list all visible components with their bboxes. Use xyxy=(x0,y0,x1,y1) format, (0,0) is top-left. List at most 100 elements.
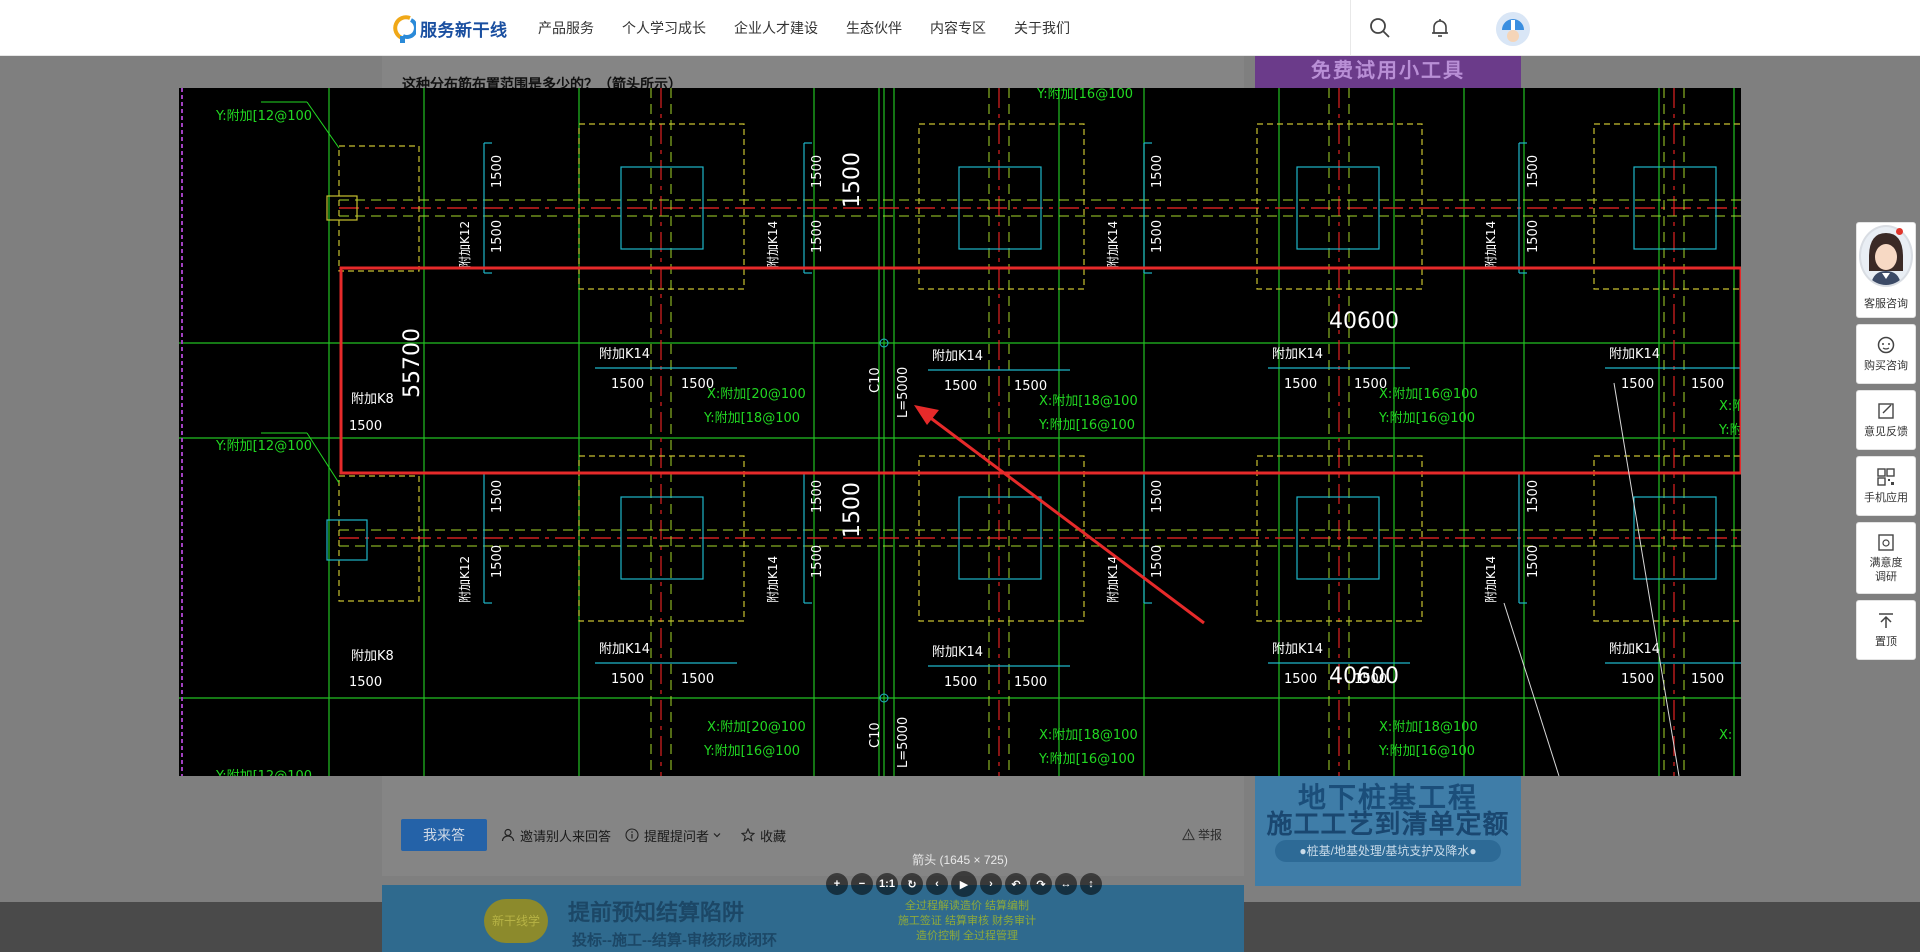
rebar-annotation: Y:附加[18@100 xyxy=(703,411,800,426)
dim-1500: 1500 xyxy=(1284,377,1317,392)
zoom-out-button[interactable]: − xyxy=(851,873,873,895)
dim-1500-vertical: 1500 xyxy=(490,220,505,253)
nav-item-partners[interactable]: 生态伙伴 xyxy=(846,18,902,38)
column-small xyxy=(326,519,368,561)
rebar-annotation: Y:附加[16@100 xyxy=(703,744,800,759)
next-button[interactable]: › xyxy=(980,873,1002,895)
dim-1500: 1500 xyxy=(681,672,714,687)
side-toolbar: 客服咨询 购买咨询 意见反馈 手机应用 满意度 调研 置顶 xyxy=(1856,222,1916,660)
answer-button[interactable]: 我来答 xyxy=(401,819,487,851)
rebar-label-vertical: 附加K14 xyxy=(1106,556,1120,603)
leader-line xyxy=(306,101,340,149)
dim-40600: 40600 xyxy=(1329,664,1399,689)
dim-1500-vertical: 1500 xyxy=(810,155,825,188)
report-button[interactable]: 举报 xyxy=(1182,826,1222,843)
cad-drawing: 1500 1500 1500 1500 1500 1500 1500 1500 1500 1500… xyxy=(179,88,1741,776)
rebar-annotation: Y:附加[16@100 xyxy=(1378,744,1475,759)
dim-1500: 1500 xyxy=(1621,377,1654,392)
remind-asker-button[interactable]: 提醒提问者 xyxy=(625,826,727,845)
rebar-label-vertical: 附加K14 xyxy=(1106,221,1120,268)
star-icon xyxy=(741,828,756,842)
prev-button[interactable]: ‹ xyxy=(926,873,948,895)
bell-icon[interactable] xyxy=(1428,16,1452,40)
dim-1500-vertical: 1500 xyxy=(490,480,505,513)
site-logo[interactable]: 服务新干线 xyxy=(390,12,508,44)
bottom-ad-details: 全过程解读造价 结算编制 施工签证 结算审核 财务审计 造价控制 全过程管理 xyxy=(852,899,1082,944)
dim-1500-vertical: 1500 xyxy=(1526,155,1541,188)
survey-button[interactable]: 满意度 调研 xyxy=(1856,522,1916,594)
invite-answer-button[interactable]: 邀请别人来回答 xyxy=(501,826,611,845)
avatar-icon xyxy=(1496,12,1530,46)
nav-item-content[interactable]: 内容专区 xyxy=(930,18,986,38)
dim-1500: 1500 xyxy=(611,672,644,687)
dim-1500-vertical: 1500 xyxy=(810,545,825,578)
back-to-top-button[interactable]: 置顶 xyxy=(1856,600,1916,660)
right-ad-top[interactable]: 免费试用小工具 xyxy=(1255,56,1521,88)
flip-horizontal-button[interactable]: ↔ xyxy=(1055,873,1077,895)
answer-action-bar: 我来答 邀请别人来回答 提醒提问者 收藏 xyxy=(401,818,1231,852)
rebar-annotation: Y:附加[12@100 xyxy=(215,439,312,454)
rotate-left-button[interactable]: ↶ xyxy=(1005,873,1027,895)
rebar-label: 附加K8 xyxy=(351,649,394,664)
rotate-right-button[interactable]: ↷ xyxy=(1030,873,1052,895)
bottom-ad-badge: 新干线学 xyxy=(484,899,548,943)
dim-1500-large: 1500 xyxy=(840,152,865,208)
arrow-shaft xyxy=(923,411,1205,625)
leader-line-white xyxy=(1503,602,1560,776)
reset-button[interactable]: ↻ xyxy=(901,873,923,895)
logo-text: 服务新干线 xyxy=(420,20,508,40)
one-to-one-button[interactable]: 1:1 xyxy=(876,873,898,895)
flip-vertical-button[interactable]: ↕ xyxy=(1080,873,1102,895)
dim-55700: 55700 xyxy=(400,328,425,398)
customer-service-avatar xyxy=(1859,225,1913,287)
bottom-banner-ad[interactable]: 新干线学 提前预知结算陷阱 投标--施工--结算-审核形成闭环 全过程解读造价 … xyxy=(382,885,1244,952)
collect-button[interactable]: 收藏 xyxy=(741,826,786,845)
dim-1500: 1500 xyxy=(1691,377,1724,392)
nav-item-about[interactable]: 关于我们 xyxy=(1014,18,1070,38)
dim-1500: 1500 xyxy=(611,377,644,392)
rebar-annotation: Y:附加[16@100 xyxy=(1036,88,1133,102)
rebar-label: 附加K14 xyxy=(599,347,650,362)
dim-40600: 40600 xyxy=(1329,309,1399,334)
user-avatar[interactable] xyxy=(1496,12,1530,46)
nav-item-personal-growth[interactable]: 个人学习成长 xyxy=(622,18,706,38)
notification-dot xyxy=(1896,228,1903,235)
rebar-annotation: Y:附加[16@100 xyxy=(1378,411,1475,426)
dim-1500-vertical: 1500 xyxy=(1150,545,1165,578)
play-button[interactable]: ▶ xyxy=(951,871,977,897)
rebar-label-vertical: 附加K14 xyxy=(766,556,780,603)
search-icon[interactable] xyxy=(1368,16,1392,40)
logo-icon xyxy=(393,15,416,43)
zoom-in-button[interactable]: + xyxy=(826,873,848,895)
right-ad-bottom[interactable]: 地下桩基工程 施工工艺到清单定额 ●桩基/地基处理/基坑支护及降水● xyxy=(1255,776,1521,886)
nav-item-enterprise[interactable]: 企业人才建设 xyxy=(734,18,818,38)
remind-label: 提醒提问者 xyxy=(644,828,710,844)
invite-label: 邀请别人来回答 xyxy=(520,828,612,844)
rebar-annotation: Y:附加[12@100 xyxy=(215,769,312,776)
dim-1500-vertical: 1500 xyxy=(490,155,505,188)
survey-label-1: 满意度 调研 xyxy=(1869,557,1903,583)
right-ad-top-text: 免费试用小工具 xyxy=(1311,60,1465,82)
dim-1500-vertical: 1500 xyxy=(1526,545,1541,578)
report-label: 举报 xyxy=(1198,828,1223,842)
customer-service-button[interactable]: 客服咨询 xyxy=(1856,222,1916,318)
dim-1500-vertical: 1500 xyxy=(1526,480,1541,513)
purchase-consult-button[interactable]: 购买咨询 xyxy=(1856,324,1916,384)
bottom-ad-headline: 提前预知结算陷阱 xyxy=(568,900,745,925)
rebar-annotation: Y:附加[12@100 xyxy=(215,109,312,124)
info-icon xyxy=(625,828,639,842)
dim-1500-vertical: 1500 xyxy=(1150,480,1165,513)
warning-icon xyxy=(1182,828,1195,841)
dim-1500: 1500 xyxy=(944,379,977,394)
dim-1500: 1500 xyxy=(1691,672,1724,687)
bottom-ad-detail-2: 施工签证 结算审核 财务审计 xyxy=(897,915,1037,927)
chat-icon xyxy=(1877,336,1895,354)
mobile-app-button[interactable]: 手机应用 xyxy=(1856,456,1916,516)
back-to-top-icon xyxy=(1879,613,1893,628)
mobile-app-label: 手机应用 xyxy=(1864,492,1908,504)
nav-item-products[interactable]: 产品服务 xyxy=(538,18,594,38)
qrcode-icon xyxy=(1877,468,1895,486)
feedback-button[interactable]: 意见反馈 xyxy=(1856,390,1916,450)
lightbox-image[interactable]: 1500 1500 1500 1500 1500 1500 1500 1500 1500 1500… xyxy=(179,88,1741,776)
feedback-icon xyxy=(1878,403,1894,419)
